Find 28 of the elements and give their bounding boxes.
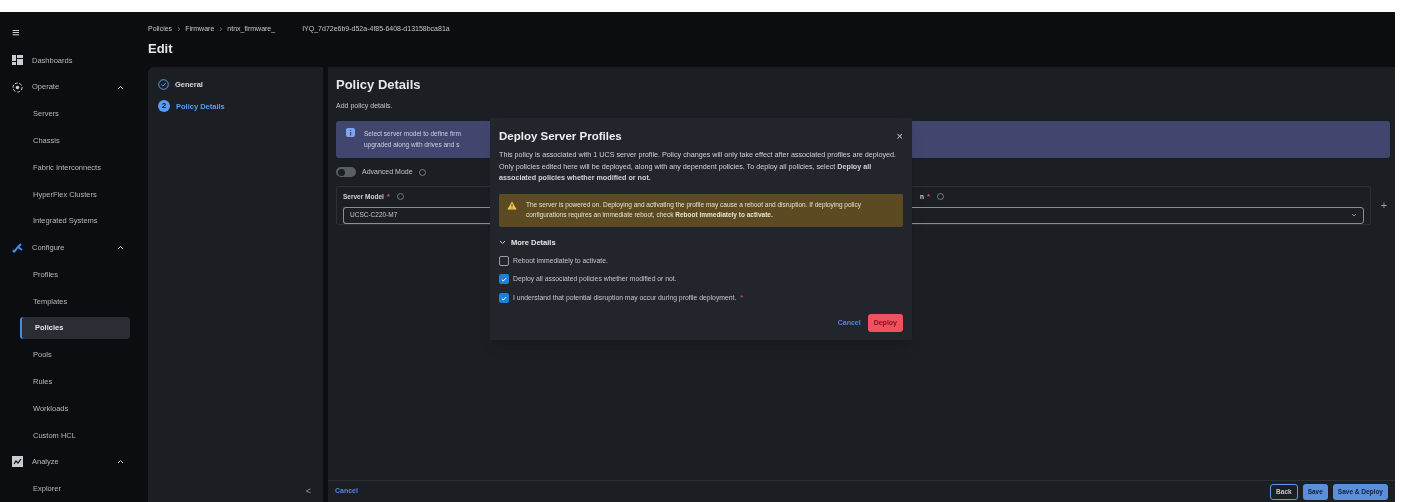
- target-icon: [12, 81, 23, 93]
- chevron-icon: [499, 239, 506, 245]
- close-button[interactable]: ×: [896, 131, 903, 143]
- wrench-icon: [12, 242, 23, 254]
- info-icon: [937, 193, 945, 200]
- chevron-down-icon: [1351, 213, 1357, 217]
- breadcrumb-separator: ›: [177, 24, 181, 34]
- checkbox[interactable]: [499, 274, 509, 285]
- dashboard-icon: [12, 55, 23, 66]
- chart-icon: [12, 456, 23, 468]
- add-button[interactable]: +: [1378, 196, 1390, 214]
- section-title: Policy Details: [336, 76, 422, 94]
- check-circle-icon: [158, 79, 169, 91]
- collapse-button[interactable]: <: [305, 484, 311, 498]
- breadcrumb-separator: ›: [219, 24, 223, 34]
- checkbox[interactable]: [499, 293, 509, 304]
- required-mark: *: [740, 292, 744, 305]
- page-title: Edit: [148, 39, 174, 58]
- info-icon: [396, 193, 404, 200]
- required-mark: *: [386, 190, 390, 203]
- info-icon: [346, 128, 355, 137]
- required-mark: *: [927, 190, 931, 203]
- warning-icon: [507, 200, 517, 210]
- step-number: 2: [158, 100, 170, 113]
- info-icon: [418, 168, 426, 176]
- toggle-switch[interactable]: [336, 167, 356, 178]
- dialog-title: Deploy Server Profiles: [499, 129, 622, 144]
- checkbox[interactable]: [499, 256, 509, 267]
